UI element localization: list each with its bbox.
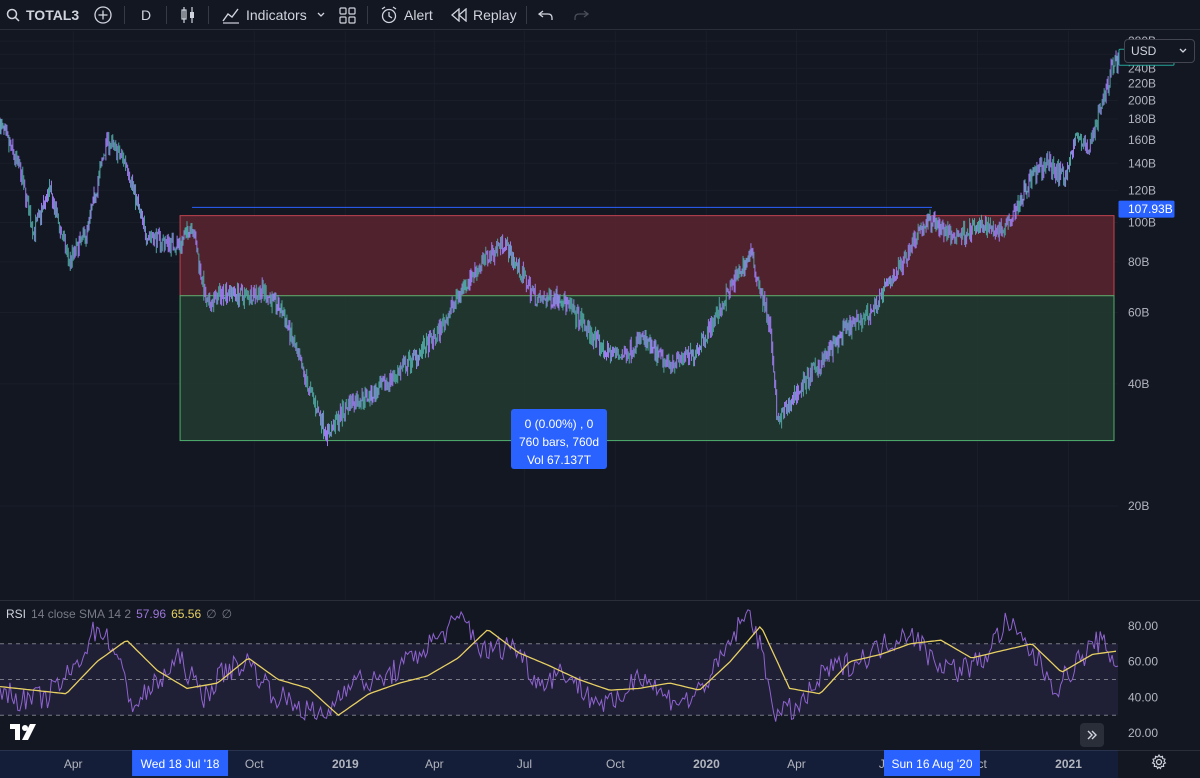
replay-label: Replay [473, 7, 517, 23]
rsi-tick-label: 40.00 [1128, 690, 1158, 704]
alert-button[interactable]: Alert [380, 0, 433, 30]
chevron-down-icon [1179, 48, 1187, 53]
rsi-sma-value: 65.56 [171, 607, 202, 621]
price-tick-label: 140B [1128, 156, 1156, 170]
price-tick-label: 60B [1128, 306, 1149, 320]
price-tick-label: 200B [1128, 93, 1156, 107]
rsi-legend[interactable]: RSI 14 close SMA 14 2 57.96 65.56 ∅ ∅ [6, 607, 232, 621]
time-tick-label: 2021 [1055, 757, 1082, 771]
toolbar-divider [526, 6, 527, 24]
time-tick-label: Jul [517, 757, 532, 771]
indicators-icon [222, 8, 239, 24]
price-range-drawing[interactable] [179, 206, 1115, 442]
price-tick-label: 160B [1128, 133, 1156, 147]
toolbar-divider [166, 6, 167, 24]
upper-range-zone[interactable] [179, 215, 1115, 297]
rsi-params: 14 close SMA 14 2 [31, 607, 132, 621]
measure-tooltip: 0 (0.00%) , 0 760 bars, 760d Vol 67.137T [511, 409, 607, 469]
rsi-bands [0, 643, 1118, 716]
price-tick-label: 100B [1128, 216, 1156, 230]
layout-button[interactable] [339, 0, 356, 30]
compare-symbol-button[interactable] [94, 0, 112, 30]
plus-circle-icon [94, 6, 112, 24]
price-axis[interactable]: 20B 40B 60B 80B 100B 120B 140B 160B 180B 200B 220B… [1118, 34, 1175, 513]
toolbar-divider [367, 6, 368, 24]
double-chevron-right-icon [1087, 730, 1097, 740]
chart-type-button[interactable] [180, 0, 196, 30]
indicators-label: Indicators [246, 7, 307, 23]
measure-bars: 760 bars, 760d [518, 435, 600, 449]
settings-gear-icon[interactable] [1151, 754, 1167, 770]
rsi-pane[interactable]: 20.00 40.00 60.00 80.00 [0, 600, 1200, 750]
hidden-value-icon: ∅ [206, 607, 217, 621]
time-tick-label: Apr [787, 757, 806, 771]
price-tick-label: 220B [1128, 77, 1156, 91]
time-tick-label: 2019 [332, 757, 359, 771]
redo-icon [574, 10, 589, 20]
price-tick-label: 180B [1128, 112, 1156, 126]
rsi-axis[interactable]: 20.00 40.00 60.00 80.00 [1128, 619, 1158, 740]
alarm-clock-icon [381, 6, 397, 24]
rsi-band-fill [0, 643, 1118, 716]
time-tick-label: Apr [64, 757, 83, 771]
time-tick-label: Apr [425, 757, 444, 771]
symbol-name: TOTAL3 [26, 7, 80, 23]
measure-volume: Vol 67.137T [526, 453, 592, 467]
rewind-icon [451, 8, 467, 22]
scroll-to-realtime-button[interactable] [1080, 723, 1104, 747]
undo-icon [538, 10, 553, 20]
price-tick-label: 80B [1128, 255, 1149, 269]
time-tick-label: Oct [606, 757, 625, 771]
hidden-value-icon: ∅ [221, 607, 233, 621]
cursor-price-label: 107.93B [1128, 202, 1173, 216]
time-cursor-label: Wed 18 Jul '18 [141, 757, 220, 771]
price-chart[interactable]: 20B 40B 60B 80B 100B 120B 140B 160B 180B 200B 220B… [0, 31, 1200, 600]
interval-button[interactable]: D [141, 0, 151, 30]
time-tick-label: Oct [245, 757, 264, 771]
time-axis[interactable]: AprOct2019AprJulOct2020AprJulOct2021 Wed… [0, 750, 1200, 778]
interval-label: D [141, 7, 152, 23]
price-tick-label: 20B [1128, 499, 1149, 513]
grid-icon [339, 6, 356, 24]
toolbar-divider [208, 6, 209, 24]
currency-selector[interactable]: USD [1124, 39, 1195, 63]
candles-icon [181, 7, 194, 23]
undo-button[interactable] [538, 0, 554, 30]
indicators-button[interactable]: Indicators [222, 0, 307, 30]
price-tick-label: 120B [1128, 183, 1156, 197]
rsi-tick-label: 60.00 [1128, 655, 1158, 669]
toolbar-divider [124, 6, 125, 24]
time-tick-label: 2020 [693, 757, 720, 771]
alert-label: Alert [404, 7, 433, 23]
price-tick-label: 40B [1128, 377, 1149, 391]
time-cursor-label: Sun 16 Aug '20 [891, 757, 972, 771]
indicator-templates-dropdown[interactable] [316, 0, 326, 30]
redo-button[interactable] [573, 0, 589, 30]
replay-button[interactable]: Replay [451, 0, 517, 30]
rsi-value: 57.96 [136, 607, 167, 621]
currency-label: USD [1131, 44, 1157, 58]
measure-change: 0 (0.00%) , 0 [524, 417, 594, 431]
chevron-down-icon [317, 12, 325, 17]
symbol-search[interactable]: TOTAL3 [6, 0, 79, 30]
rsi-tick-label: 20.00 [1128, 726, 1158, 740]
search-icon [6, 8, 20, 22]
rsi-tick-label: 80.00 [1128, 619, 1158, 633]
top-toolbar: TOTAL3 D Indicators Alert Replay [0, 0, 1200, 30]
tradingview-logo[interactable] [10, 724, 40, 740]
rsi-name: RSI [6, 607, 27, 621]
